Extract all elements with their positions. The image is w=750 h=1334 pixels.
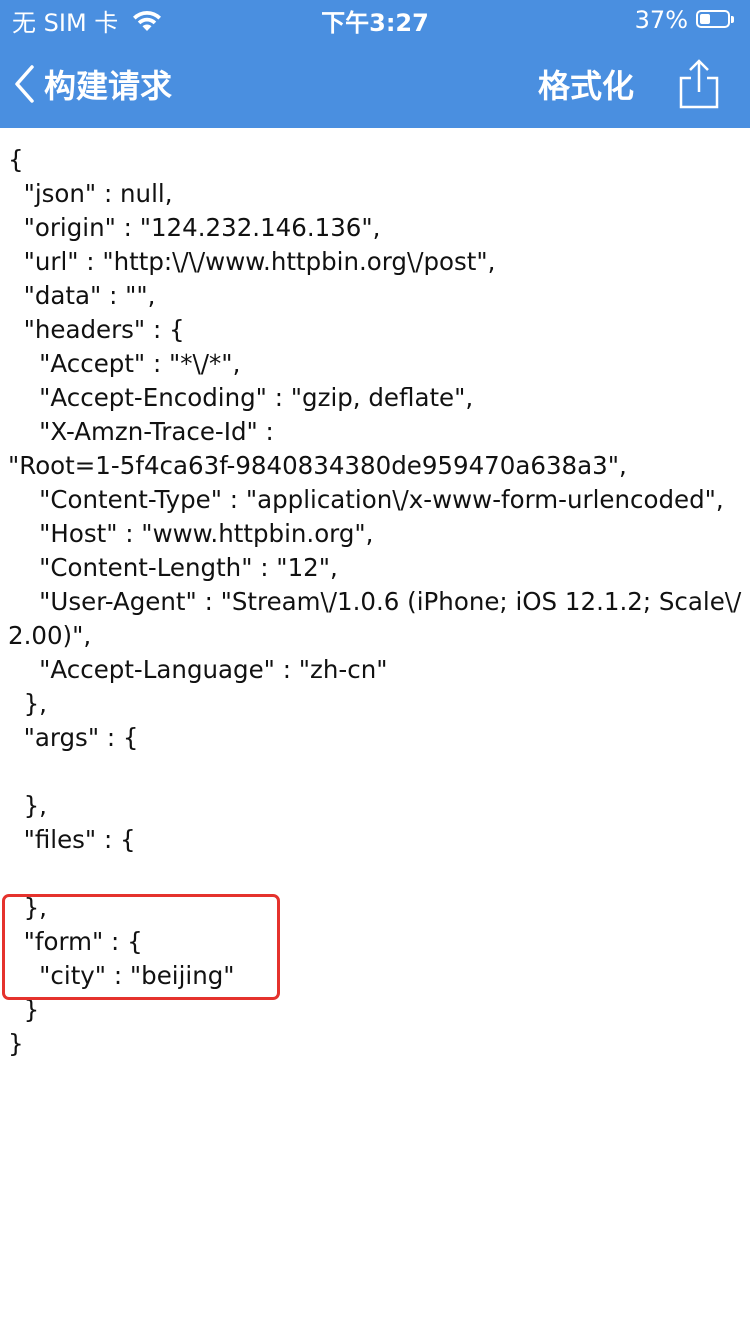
- json-line: }: [8, 995, 40, 1024]
- json-line: "args" : {: [8, 723, 139, 752]
- json-line: "city" : "beijing": [8, 961, 235, 990]
- format-button[interactable]: 格式化: [538, 40, 634, 128]
- json-line: "Root=1-5f4ca63f-9840834380de959470a638a…: [8, 451, 627, 480]
- json-line: "User-Agent" : "Stream\/1.0.6 (iPhone; i…: [8, 587, 742, 616]
- json-line: "json" : null,: [8, 179, 173, 208]
- json-line: "files" : {: [8, 825, 136, 854]
- json-line: "data" : "",: [8, 281, 156, 310]
- json-line: "url" : "http:\/\/www.httpbin.org\/post"…: [8, 247, 496, 276]
- json-line: "Content-Length" : "12",: [8, 553, 338, 582]
- share-icon[interactable]: [676, 58, 722, 110]
- navigation-bar: 构建请求 格式化: [0, 40, 750, 128]
- json-line: "origin" : "124.232.146.136",: [8, 213, 381, 242]
- status-bar: 无 SIM 卡 下午3:27 37%: [0, 0, 750, 40]
- json-line: }: [8, 1029, 24, 1058]
- battery-percent: 37%: [634, 6, 688, 34]
- json-line: [8, 755, 742, 789]
- chevron-left-icon: [15, 65, 34, 103]
- back-button[interactable]: 构建请求: [12, 40, 172, 128]
- status-right: 37%: [635, 0, 736, 40]
- json-line: {: [8, 145, 24, 174]
- json-line: },: [8, 791, 47, 820]
- json-line: "headers" : {: [8, 315, 185, 344]
- json-line: "Accept" : "*\/*",: [8, 349, 241, 378]
- json-line: "Content-Type" : "application\/x-www-for…: [8, 485, 724, 514]
- json-line: [8, 857, 742, 891]
- back-button-label: 构建请求: [44, 67, 173, 105]
- battery-icon: [696, 10, 736, 30]
- json-line: "Accept-Encoding" : "gzip, deflate",: [8, 383, 474, 412]
- json-line: 2.00)",: [8, 621, 92, 650]
- json-line: "Accept-Language" : "zh-cn": [8, 655, 388, 684]
- json-line: },: [8, 689, 47, 718]
- json-line: },: [8, 893, 47, 922]
- json-line: "Host" : "www.httpbin.org",: [8, 519, 374, 548]
- json-response-text: { "json" : null, "origin" : "124.232.146…: [8, 143, 742, 1061]
- json-line: "X-Amzn-Trace-Id" :: [8, 417, 274, 446]
- battery-level-fill: [700, 14, 710, 24]
- json-line: "form" : {: [8, 927, 143, 956]
